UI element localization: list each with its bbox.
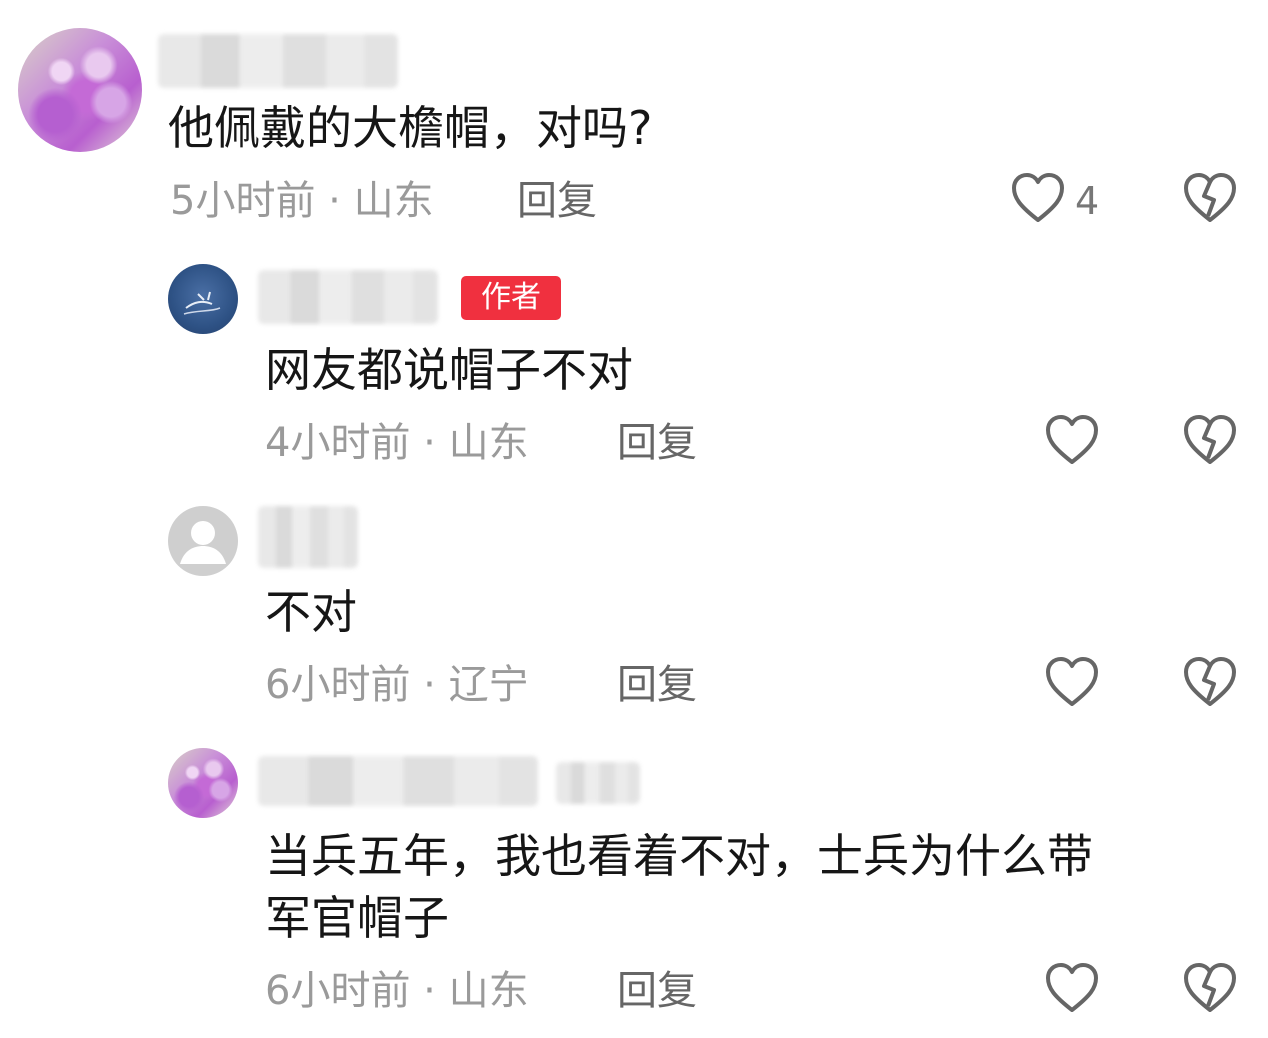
username-blurred[interactable]: [258, 506, 358, 568]
broken-heart-icon[interactable]: [1182, 962, 1238, 1014]
heart-icon[interactable]: [1044, 414, 1100, 466]
username-blurred[interactable]: [158, 34, 398, 88]
comment-text-line-1: 当兵五年，我也看着不对，士兵为什么带: [265, 829, 1093, 883]
comment-text: 他佩戴的大檐帽，对吗?: [168, 101, 653, 155]
broken-heart-icon[interactable]: [1182, 172, 1238, 224]
comment-meta: 6小时前 · 山东: [265, 968, 529, 1014]
like-count: 4: [1075, 179, 1100, 223]
avatar[interactable]: [168, 748, 238, 818]
username-blurred[interactable]: [258, 756, 538, 806]
avatar[interactable]: [168, 264, 238, 334]
comment-meta: 4小时前 · 山东: [265, 420, 529, 466]
author-badge: 作者: [461, 276, 561, 320]
heart-icon[interactable]: [1010, 172, 1066, 224]
broken-heart-icon[interactable]: [1182, 656, 1238, 708]
username-blurred[interactable]: [258, 270, 438, 324]
broken-heart-icon[interactable]: [1182, 414, 1238, 466]
reply-button[interactable]: 回复: [617, 660, 697, 710]
comment-text: 网友都说帽子不对: [265, 343, 633, 397]
comment-meta: 6小时前 · 辽宁: [265, 662, 529, 708]
username-suffix-blurred: [556, 762, 640, 804]
avatar[interactable]: [168, 506, 238, 576]
reply-button[interactable]: 回复: [617, 966, 697, 1016]
heart-icon[interactable]: [1044, 962, 1100, 1014]
comment-text-line-2: 军官帽子: [265, 891, 449, 945]
reply-button[interactable]: 回复: [617, 418, 697, 468]
heart-icon[interactable]: [1044, 656, 1100, 708]
comment-meta: 5小时前 · 山东: [170, 178, 434, 224]
avatar[interactable]: [18, 28, 142, 152]
reply-button[interactable]: 回复: [517, 176, 597, 226]
comment-text: 不对: [265, 585, 357, 639]
